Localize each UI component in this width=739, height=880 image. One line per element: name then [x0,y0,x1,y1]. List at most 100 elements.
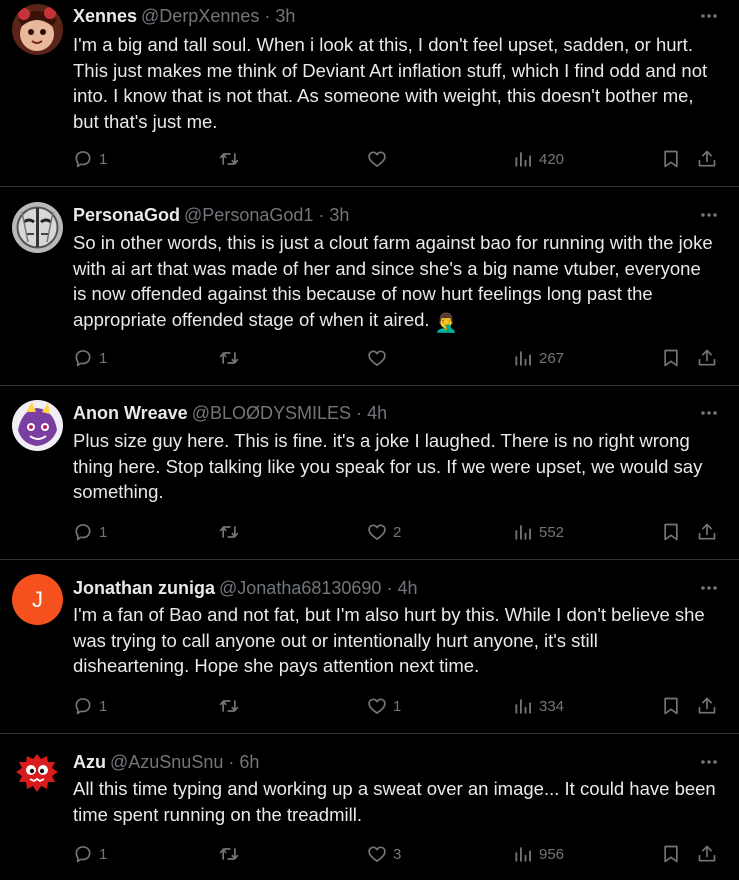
analytics-icon [515,351,531,366]
display-name[interactable]: PersonaGod [73,205,180,225]
avatar[interactable]: J [12,574,63,625]
view-count: 420 [539,150,565,168]
user-handle[interactable]: @PersonaGod1 [184,205,313,225]
retweet-button[interactable] [219,346,245,370]
view-count: 334 [539,697,565,715]
avatar[interactable] [12,400,63,451]
reply-button[interactable]: 1 [73,147,107,171]
bookmark-button[interactable] [661,694,681,718]
tweet-header: Azu @AzuSnuSnu · 6h [73,751,679,773]
retweet-button[interactable] [219,520,245,544]
avatar[interactable] [12,202,63,253]
heart-icon [368,846,386,862]
view-count: 956 [539,845,565,863]
timestamp[interactable]: 3h [329,205,349,225]
reply-count: 1 [99,150,108,168]
action-bar: 1 3 956 [73,842,721,866]
views-button[interactable]: 420 [513,147,564,171]
user-handle[interactable]: @DerpXennes [141,6,259,26]
share-button[interactable] [697,520,717,544]
like-count: 3 [393,845,402,863]
user-handle[interactable]: @Jonatha68130690 [219,578,381,598]
reply-button[interactable]: 1 [73,520,107,544]
bookmark-icon [664,845,678,863]
tweet-anon-wreave[interactable]: Anon Wreave @BLOØDYSMILES · 4h Plus size … [0,386,739,560]
timestamp[interactable]: 4h [397,578,417,598]
reply-button[interactable]: 1 [73,842,107,866]
heart-icon [368,350,386,366]
tweet-header: Xennes @DerpXennes · 3h [73,5,679,27]
more-options-icon[interactable] [699,205,719,225]
more-options-icon[interactable] [699,403,719,423]
bookmark-icon [664,349,678,367]
tweet-header: PersonaGod @PersonaGod1 · 3h [73,204,679,226]
like-button[interactable] [367,346,393,370]
bookmark-button[interactable] [661,520,681,544]
like-button[interactable]: 1 [367,694,401,718]
like-button[interactable]: 2 [367,520,401,544]
avatar[interactable] [12,748,63,799]
share-button[interactable] [697,346,717,370]
reply-count: 1 [99,349,108,367]
reply-feed: Xennes @DerpXennes · 3h I'm a big and tal… [0,0,739,880]
tweet-jonathan-zuniga[interactable]: J Jonathan zuniga @Jonatha68130690 · 4h I… [0,560,739,734]
avatar[interactable] [12,4,63,55]
display-name[interactable]: Azu [73,752,106,772]
reply-icon [75,698,91,715]
views-button[interactable]: 267 [513,346,564,370]
timestamp[interactable]: 3h [275,6,295,26]
like-button[interactable]: 3 [367,842,401,866]
share-button[interactable] [697,147,717,171]
separator-dot: · [386,578,393,598]
user-handle[interactable]: @AzuSnuSnu [110,752,223,772]
tweet-azu[interactable]: Azu @AzuSnuSnu · 6h All this time typing … [0,734,739,880]
separator-dot: · [264,6,271,26]
tweet-text: All this time typing and working up a sw… [73,778,716,825]
views-button[interactable]: 956 [513,842,564,866]
red-fluffy-creature-avatar-icon [12,748,63,799]
heart-icon [368,698,386,714]
share-icon [698,150,716,167]
retweet-button[interactable] [219,694,245,718]
retweet-button[interactable] [219,147,245,171]
view-count: 267 [539,349,565,367]
mask-avatar-icon [12,202,63,253]
share-icon [698,523,716,540]
tweet-text: Plus size guy here. This is fine. it's a… [73,430,703,502]
cartoon-face-avatar-icon [12,4,63,55]
bookmark-button[interactable] [661,346,681,370]
view-count: 552 [539,523,565,541]
like-button[interactable] [367,147,393,171]
reply-icon [75,151,91,168]
like-count: 1 [393,697,402,715]
bookmark-button[interactable] [661,147,681,171]
reply-button[interactable]: 1 [73,346,107,370]
reply-count: 1 [99,845,108,863]
retweet-button[interactable] [219,842,245,866]
tweet-personagod[interactable]: PersonaGod @PersonaGod1 · 3h So in other … [0,187,739,386]
share-button[interactable] [697,842,717,866]
share-button[interactable] [697,694,717,718]
bookmark-button[interactable] [661,842,681,866]
retweet-icon [219,352,239,364]
analytics-icon [515,699,531,714]
share-icon [698,845,716,862]
more-options-icon[interactable] [699,6,719,26]
display-name[interactable]: Xennes [73,6,137,26]
tweet-header: Jonathan zuniga @Jonatha68130690 · 4h [73,577,679,599]
views-button[interactable]: 552 [513,520,564,544]
tweet-header: Anon Wreave @BLOØDYSMILES · 4h [73,402,679,424]
action-bar: 1 420 [73,147,721,171]
display-name[interactable]: Anon Wreave [73,403,188,423]
reply-button[interactable]: 1 [73,694,107,718]
tweet-xennes[interactable]: Xennes @DerpXennes · 3h I'm a big and tal… [0,0,739,187]
views-button[interactable]: 334 [513,694,564,718]
retweet-icon [219,700,239,712]
reply-icon [75,846,91,863]
timestamp[interactable]: 6h [239,752,259,772]
display-name[interactable]: Jonathan zuniga [73,578,215,598]
user-handle[interactable]: @BLOØDYSMILES [192,403,351,423]
more-options-icon[interactable] [699,752,719,772]
timestamp[interactable]: 4h [367,403,387,423]
more-options-icon[interactable] [699,578,719,598]
